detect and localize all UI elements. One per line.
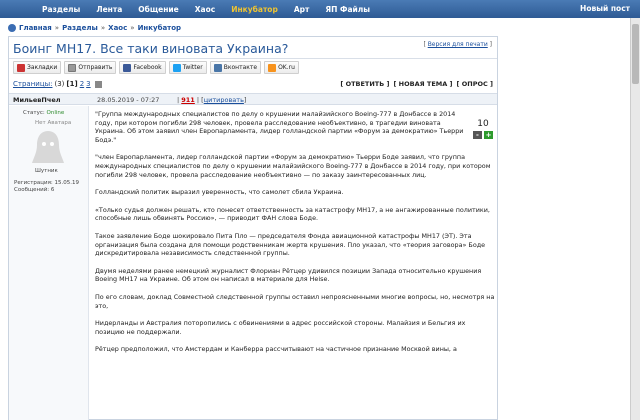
- home-icon: [8, 24, 16, 32]
- bookmark-icon: [17, 63, 25, 72]
- post-rating: 10 - +: [471, 119, 495, 139]
- author-messages: Сообщений: 6: [14, 187, 55, 193]
- print-version: [ Версия для печати ]: [423, 41, 492, 48]
- nav-item-chat[interactable]: Общение: [130, 5, 187, 14]
- post-paragraph: Голландский политик выразил уверенность,…: [95, 188, 344, 197]
- post-body: "Группа международных специалистов по де…: [95, 110, 494, 363]
- vote-down-button[interactable]: -: [473, 131, 482, 139]
- vk-label: Вконтакте: [223, 64, 258, 71]
- topic-panel: Боинг МН17. Все таки виновата Украина? […: [8, 36, 498, 420]
- facebook-label: Facebook: [133, 64, 162, 71]
- breadcrumb-sections[interactable]: Разделы: [62, 24, 98, 32]
- vk-button[interactable]: Вконтакте: [209, 61, 262, 74]
- breadcrumb-incubator[interactable]: Инкубатор: [138, 24, 182, 32]
- ok-button[interactable]: OK.ru: [264, 61, 299, 74]
- post-paragraph: «Только судья должен решать, кто понесет…: [95, 205, 490, 223]
- new-post-link[interactable]: Новый пост: [580, 4, 630, 13]
- breadcrumb-separator: »: [54, 24, 60, 32]
- quote-link[interactable]: цитировать: [204, 96, 244, 104]
- bookmark-label: Закладки: [27, 64, 58, 71]
- share-bar: Закладки Отправить Facebook Twitter Вкон…: [9, 61, 497, 77]
- reply-button[interactable]: [ ОТВЕТИТЬ ]: [340, 80, 389, 88]
- page-link-3[interactable]: 3: [86, 80, 90, 88]
- post-author[interactable]: МильевПчел: [13, 96, 61, 104]
- bookmark-button[interactable]: Закладки: [13, 61, 62, 74]
- pages-label[interactable]: Страницы:: [13, 80, 52, 88]
- topic-title-bar: Боинг МН17. Все таки виновата Украина? […: [9, 37, 497, 59]
- send-button[interactable]: Отправить: [64, 61, 117, 74]
- post-number[interactable]: 911: [181, 96, 195, 104]
- nav-item-incubator[interactable]: Инкубатор: [223, 5, 286, 14]
- pagination: Страницы: (3) [1] 2 3: [13, 80, 102, 88]
- post-paragraph: Рётцер предположил, что Амстердам и Канб…: [95, 345, 457, 354]
- post-paragraph: Двумя неделями ранее немецкий журналист …: [95, 266, 482, 284]
- post-paragraph: "Группа международных специалистов по де…: [95, 110, 464, 144]
- nav-item-files[interactable]: ЯП Файлы: [317, 5, 378, 14]
- breadcrumb-separator: »: [100, 24, 106, 32]
- poll-button[interactable]: [ ОПРОС ]: [457, 80, 494, 88]
- nav-item-chaos[interactable]: Хаос: [187, 5, 223, 14]
- scrollbar[interactable]: [630, 18, 640, 420]
- no-avatar-label: Нет Аватара: [35, 120, 72, 126]
- send-label: Отправить: [78, 64, 113, 71]
- page-current: [1]: [66, 80, 78, 88]
- topic-actions: [ ОТВЕТИТЬ ] [ НОВАЯ ТЕМА ] [ ОПРОС ]: [340, 80, 493, 88]
- twitter-icon: [172, 63, 181, 72]
- post-header: МильевПчел 28.05.2019 - 07:27 | 911 | [ц…: [9, 93, 497, 105]
- breadcrumb-separator: »: [130, 24, 135, 32]
- vote-up-button[interactable]: +: [484, 131, 493, 139]
- rating-score: 10: [477, 119, 489, 129]
- post-meta: | 911 | [цитировать]: [177, 96, 247, 104]
- post-date: 28.05.2019 - 07:27: [97, 96, 160, 104]
- top-navigation: Разделы Лента Общение Хаос Инкубатор Арт…: [0, 0, 640, 18]
- author-rank: Шутник: [35, 168, 58, 174]
- ok-icon: [268, 63, 277, 72]
- author-registered: Регистрация: 15.05.19: [14, 180, 79, 186]
- breadcrumb-home[interactable]: Главная: [19, 24, 52, 32]
- page-link-2[interactable]: 2: [80, 80, 84, 88]
- vk-icon: [213, 63, 222, 72]
- scrollbar-thumb[interactable]: [632, 24, 639, 84]
- post-paragraph: По его словам, доклад Совместной следств…: [95, 292, 495, 310]
- avatar-placeholder-icon: [32, 131, 64, 163]
- author-sidebar: Статус: Online Нет Аватара Шутник Регист…: [9, 106, 89, 420]
- post-paragraph: Такое заявление Боде шокировало Пита Пло…: [95, 231, 486, 258]
- facebook-button[interactable]: Facebook: [119, 61, 166, 74]
- status-online: Online: [46, 110, 65, 116]
- pages-count: (3): [54, 80, 65, 88]
- breadcrumb: Главная » Разделы » Хаос » Инкубатор: [8, 24, 181, 32]
- twitter-button[interactable]: Twitter: [168, 61, 207, 74]
- post-paragraph: Нидерланды и Австралия поторопились с об…: [95, 319, 466, 336]
- page-title: Боинг МН17. Все таки виновата Украина?: [13, 41, 289, 56]
- nav-item-sections[interactable]: Разделы: [34, 5, 88, 14]
- post-paragraph: "член Европарламента, лидер голландской …: [95, 153, 491, 179]
- breadcrumb-chaos[interactable]: Хаос: [108, 24, 127, 32]
- ok-label: OK.ru: [278, 64, 295, 71]
- nav-item-feed[interactable]: Лента: [88, 5, 130, 14]
- author-status: Статус: Online: [23, 110, 64, 116]
- mail-icon: [68, 63, 77, 72]
- author-stats: Регистрация: 15.05.19 Сообщений: 6: [14, 180, 79, 194]
- facebook-icon: [123, 63, 132, 72]
- print-version-link[interactable]: Версия для печати: [428, 41, 488, 48]
- new-topic-button[interactable]: [ НОВАЯ ТЕМА ]: [393, 80, 452, 88]
- next-page-icon[interactable]: [94, 80, 102, 88]
- twitter-label: Twitter: [182, 64, 203, 71]
- status-label: Статус:: [23, 110, 45, 116]
- nav-item-art[interactable]: Арт: [286, 5, 318, 14]
